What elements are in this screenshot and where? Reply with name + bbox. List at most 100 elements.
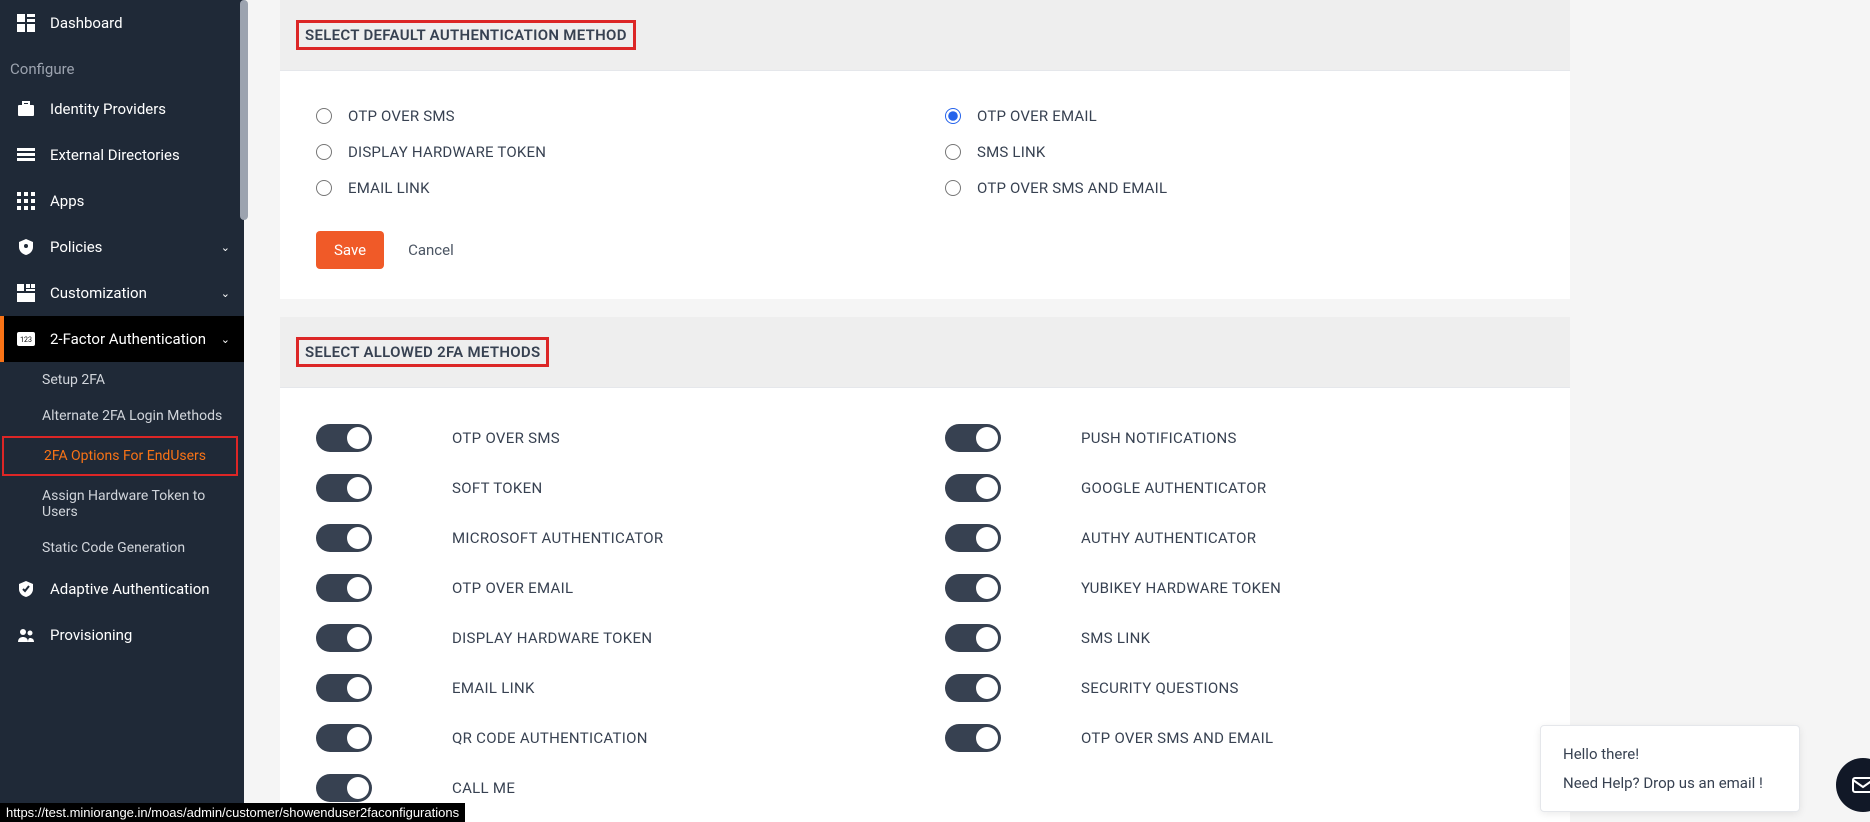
radio-label: EMAIL LINK <box>348 179 430 197</box>
toggle-row: SECURITY QUESTIONS <box>945 674 1534 702</box>
toggle-knob <box>976 727 998 749</box>
main-content: SELECT DEFAULT AUTHENTICATION METHOD OTP… <box>244 0 1870 822</box>
sidebar-item-external-directories[interactable]: External Directories <box>0 132 244 178</box>
sidebar-section-configure: Configure <box>0 46 244 86</box>
sidebar-item-label: Identity Providers <box>50 100 166 118</box>
toggle-row: SMS LINK <box>945 624 1534 652</box>
sidebar-sub-assign-hardware[interactable]: Assign Hardware Token to Users <box>0 478 244 530</box>
toggle-knob <box>976 477 998 499</box>
toggle-knob <box>347 427 369 449</box>
toggle-security-q[interactable] <box>945 674 1001 702</box>
toggle-label: DISPLAY HARDWARE TOKEN <box>452 629 652 647</box>
toggle-otp-sms[interactable] <box>316 424 372 452</box>
toggle-sms-link[interactable] <box>945 624 1001 652</box>
chevron-down-icon: ⌄ <box>221 287 230 300</box>
radio-label: OTP OVER SMS AND EMAIL <box>977 179 1167 197</box>
sidebar-item-2fa[interactable]: 123 2-Factor Authentication ⌄ <box>0 316 244 362</box>
chevron-down-icon: ⌄ <box>221 241 230 254</box>
toggle-label: MICROSOFT AUTHENTICATOR <box>452 529 663 547</box>
sidebar-sub-alternate-2fa[interactable]: Alternate 2FA Login Methods <box>0 398 244 434</box>
toggle-label: SOFT TOKEN <box>452 479 542 497</box>
button-row: Save Cancel <box>316 231 1534 269</box>
check-shield-icon <box>16 579 36 599</box>
radio-input[interactable] <box>945 108 961 124</box>
sidebar-item-provisioning[interactable]: Provisioning <box>0 612 244 658</box>
radio-input[interactable] <box>316 108 332 124</box>
toggle-grid: OTP OVER SMS PUSH NOTIFICATIONS SOFT TOK… <box>316 424 1534 802</box>
toggle-yubikey[interactable] <box>945 574 1001 602</box>
toggle-label: YUBIKEY HARDWARE TOKEN <box>1081 579 1281 597</box>
toggle-push[interactable] <box>945 424 1001 452</box>
section-body-allowed-2fa: OTP OVER SMS PUSH NOTIFICATIONS SOFT TOK… <box>280 388 1570 822</box>
sidebar-item-label: 2-Factor Authentication <box>50 330 206 348</box>
toggle-knob <box>976 577 998 599</box>
radio-input[interactable] <box>316 180 332 196</box>
toggle-email-link[interactable] <box>316 674 372 702</box>
toggle-knob <box>976 427 998 449</box>
help-popup: Hello there! Need Help? Drop us an email… <box>1540 725 1800 812</box>
radio-otp-sms-email[interactable]: OTP OVER SMS AND EMAIL <box>945 179 1534 197</box>
radio-sms-link[interactable]: SMS LINK <box>945 143 1534 161</box>
sidebar-item-identity-providers[interactable]: Identity Providers <box>0 86 244 132</box>
toggle-ms-auth[interactable] <box>316 524 372 552</box>
toggle-otp-sms-email[interactable] <box>945 724 1001 752</box>
toggle-row: DISPLAY HARDWARE TOKEN <box>316 624 905 652</box>
toggle-google-auth[interactable] <box>945 474 1001 502</box>
radio-input[interactable] <box>945 144 961 160</box>
toggle-qr-auth[interactable] <box>316 724 372 752</box>
toggle-authy[interactable] <box>945 524 1001 552</box>
toggle-label: PUSH NOTIFICATIONS <box>1081 429 1237 447</box>
toggle-call-me[interactable] <box>316 774 372 802</box>
toggle-knob <box>347 677 369 699</box>
sidebar-sub-setup-2fa[interactable]: Setup 2FA <box>0 362 244 398</box>
shield-icon <box>16 237 36 257</box>
toggle-row: SOFT TOKEN <box>316 474 905 502</box>
radio-email-link[interactable]: EMAIL LINK <box>316 179 905 197</box>
grid-icon <box>16 191 36 211</box>
radio-otp-sms[interactable]: OTP OVER SMS <box>316 107 905 125</box>
toggle-knob <box>347 627 369 649</box>
sidebar-item-label: Provisioning <box>50 626 132 644</box>
sidebar-sub-static-code[interactable]: Static Code Generation <box>0 530 244 566</box>
toggle-otp-email[interactable] <box>316 574 372 602</box>
toggle-display-hw[interactable] <box>316 624 372 652</box>
browser-status-url: https://test.miniorange.in/moas/admin/cu… <box>0 803 465 822</box>
sidebar-item-label: External Directories <box>50 146 180 164</box>
toggle-soft-token[interactable] <box>316 474 372 502</box>
chevron-down-icon: ⌄ <box>221 333 230 346</box>
toggle-knob <box>347 477 369 499</box>
sidebar-item-apps[interactable]: Apps <box>0 178 244 224</box>
sidebar-item-customization[interactable]: Customization ⌄ <box>0 270 244 316</box>
radio-otp-email[interactable]: OTP OVER EMAIL <box>945 107 1534 125</box>
save-button[interactable]: Save <box>316 231 384 269</box>
radio-grid: OTP OVER SMS OTP OVER EMAIL DISPLAY HARD… <box>316 107 1534 197</box>
sidebar-item-label: Policies <box>50 238 102 256</box>
mail-icon <box>1850 772 1870 798</box>
sidebar-item-dashboard[interactable]: Dashboard <box>0 0 244 46</box>
toggle-row: MICROSOFT AUTHENTICATOR <box>316 524 905 552</box>
radio-input[interactable] <box>316 144 332 160</box>
svg-text:123: 123 <box>20 336 32 344</box>
sidebar-item-adaptive-auth[interactable]: Adaptive Authentication <box>0 566 244 612</box>
radio-input[interactable] <box>945 180 961 196</box>
content-inner: SELECT DEFAULT AUTHENTICATION METHOD OTP… <box>280 0 1570 822</box>
radio-label: SMS LINK <box>977 143 1046 161</box>
radio-hardware-token[interactable]: DISPLAY HARDWARE TOKEN <box>316 143 905 161</box>
toggle-row: YUBIKEY HARDWARE TOKEN <box>945 574 1534 602</box>
toggle-knob <box>347 777 369 799</box>
toggle-knob <box>976 527 998 549</box>
cancel-button[interactable]: Cancel <box>408 241 454 259</box>
toggle-row: OTP OVER SMS <box>316 424 905 452</box>
toggle-row: QR CODE AUTHENTICATION <box>316 724 905 752</box>
help-line-2: Need Help? Drop us an email ! <box>1563 769 1777 798</box>
sidebar-item-policies[interactable]: Policies ⌄ <box>0 224 244 270</box>
sidebar-sub-2fa-endusers[interactable]: 2FA Options For EndUsers <box>2 436 238 476</box>
toggle-label: OTP OVER SMS AND EMAIL <box>1081 729 1273 747</box>
toggle-row: GOOGLE AUTHENTICATOR <box>945 474 1534 502</box>
users-icon <box>16 625 36 645</box>
section-header-allowed-2fa: SELECT ALLOWED 2FA METHODS <box>280 317 1570 388</box>
toggle-label: OTP OVER EMAIL <box>452 579 573 597</box>
keypad-icon: 123 <box>16 329 36 349</box>
radio-label: OTP OVER EMAIL <box>977 107 1097 125</box>
customization-icon <box>16 283 36 303</box>
